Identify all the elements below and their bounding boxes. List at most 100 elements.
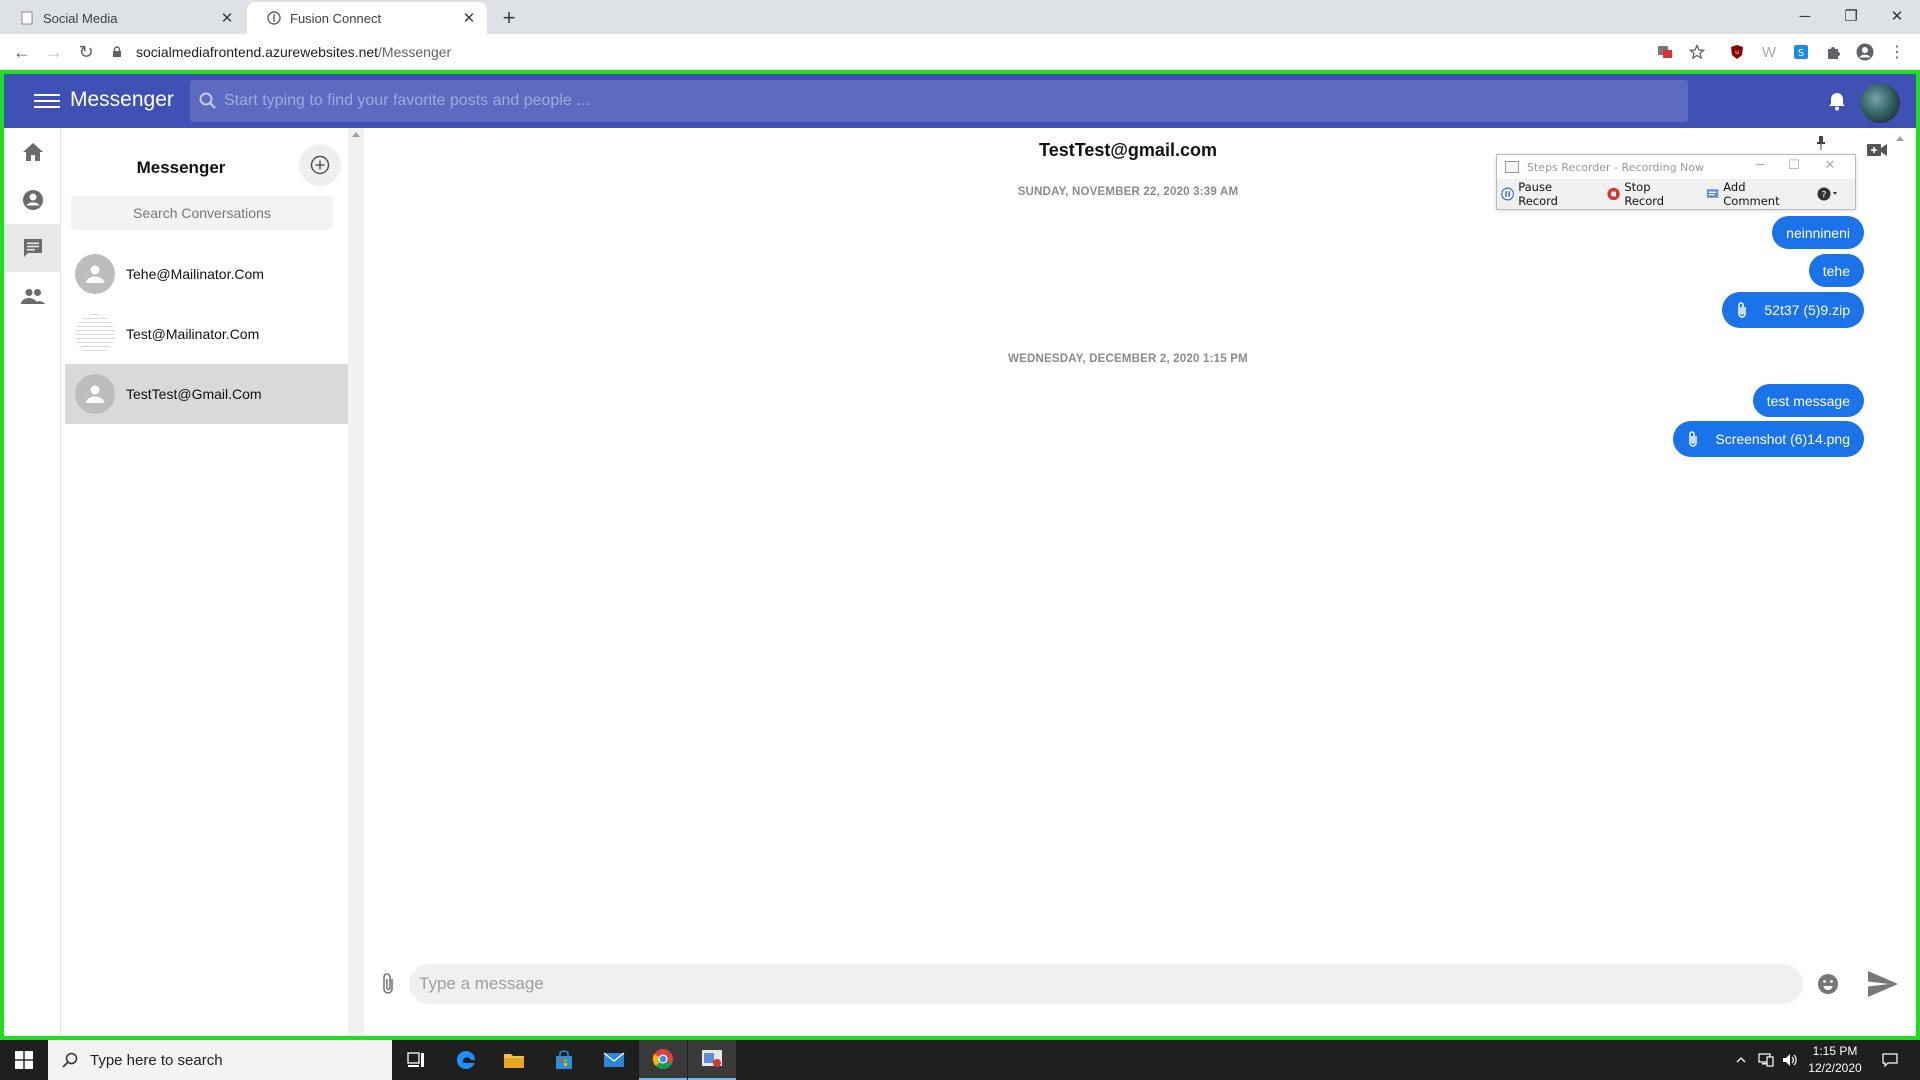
extensions-puzzle-icon[interactable]: [1824, 43, 1842, 61]
steps-recorder-titlebar[interactable]: Steps Recorder - Recording Now ─ ☐ ✕: [1497, 155, 1855, 179]
help-icon: ?: [1817, 187, 1837, 201]
close-tab-icon[interactable]: ✕: [461, 9, 477, 27]
conversations-scrollbar[interactable]: [348, 128, 364, 1036]
message-text: neinnineni: [1786, 224, 1850, 241]
message-input[interactable]: [409, 964, 1803, 1004]
rail-item-messenger[interactable]: [4, 224, 61, 272]
browser-menu-icon[interactable]: ⋮: [1888, 43, 1906, 61]
conversation-name: TestTest@Gmail.Com: [126, 386, 262, 402]
stop-record-button[interactable]: Stop Record: [1607, 180, 1690, 208]
scroll-up-arrow-icon[interactable]: [352, 132, 360, 137]
network-icon[interactable]: [1756, 1040, 1776, 1080]
maximize-icon[interactable]: ☐: [1779, 158, 1809, 173]
nav-rail: [4, 128, 61, 1036]
message-bubble[interactable]: neinnineni: [1772, 216, 1864, 249]
conversation-item[interactable]: TestTest@Gmail.Com: [65, 364, 348, 424]
minimize-icon[interactable]: ─: [1745, 158, 1775, 173]
taskbar-app-chrome[interactable]: [639, 1040, 687, 1080]
notification-bell-icon[interactable]: [1826, 90, 1848, 112]
taskbar-clock[interactable]: 1:15 PM 12/2/2020: [1790, 1043, 1880, 1077]
url-path: /Messenger: [378, 44, 452, 60]
close-window-icon[interactable]: ✕: [1874, 0, 1920, 32]
rail-item-people[interactable]: [4, 272, 61, 320]
chat-scrollbar[interactable]: [1896, 128, 1904, 1036]
steps-recorder-icon: [702, 1050, 722, 1067]
w-extension-icon[interactable]: W: [1760, 43, 1778, 61]
message-text: tehe: [1822, 262, 1850, 279]
mail-icon: [603, 1052, 625, 1067]
taskbar-app-mail[interactable]: [590, 1040, 638, 1080]
store-bag-icon: [556, 1050, 572, 1069]
tab-title: Social Media: [43, 10, 118, 26]
person-avatar-icon: [75, 254, 115, 294]
emoji-icon[interactable]: [1817, 973, 1839, 995]
start-button[interactable]: [0, 1040, 48, 1080]
address-bar[interactable]: socialmediafrontend.azurewebsites.net/Me…: [112, 39, 1652, 65]
task-view-icon: [407, 1052, 424, 1067]
global-search-placeholder: Start typing to find your favorite posts…: [224, 92, 590, 109]
add-circle-icon: [310, 155, 330, 175]
clock-time: 1:15 PM: [1812, 1044, 1858, 1058]
global-search-input[interactable]: Start typing to find your favorite posts…: [190, 80, 1688, 122]
new-conversation-button[interactable]: [299, 144, 341, 186]
app-frame: Messenger Start typing to find your favo…: [0, 70, 1920, 1040]
close-tab-icon[interactable]: ✕: [219, 9, 235, 27]
send-icon[interactable]: [1867, 970, 1899, 998]
tab-fusion-connect[interactable]: Fusion Connect ✕: [247, 2, 487, 34]
stop-icon: [1607, 187, 1620, 201]
new-tab-button[interactable]: +: [498, 5, 520, 31]
taskbar-app-file-explorer[interactable]: [490, 1040, 538, 1080]
user-avatar[interactable]: [1860, 83, 1900, 123]
message-text: 52t37 (5)9.zip: [1764, 302, 1850, 318]
s-extension-icon[interactable]: S: [1792, 43, 1810, 61]
restore-window-icon[interactable]: ❐: [1828, 0, 1874, 32]
steps-recorder-actions: Pause Record Stop Record Add Comment ?: [1497, 179, 1855, 209]
pause-icon: [1501, 187, 1515, 201]
attachment-message-bubble[interactable]: 52t37 (5)9.zip: [1722, 292, 1864, 328]
close-icon[interactable]: ✕: [1815, 158, 1845, 173]
scroll-up-arrow-icon[interactable]: [1896, 136, 1904, 141]
hamburger-menu-icon[interactable]: [34, 88, 60, 114]
message-bubble[interactable]: tehe: [1808, 254, 1864, 287]
bookmark-star-icon[interactable]: [1688, 43, 1706, 61]
show-hidden-icons-chevron-icon[interactable]: [1732, 1040, 1750, 1080]
taskbar-search-box[interactable]: Type here to search: [48, 1040, 392, 1080]
chat-icon: [23, 239, 42, 257]
attach-file-icon[interactable]: [378, 972, 398, 996]
taskbar-app-store[interactable]: [540, 1040, 588, 1080]
add-comment-button[interactable]: Add Comment: [1706, 180, 1801, 208]
rail-item-profile[interactable]: [4, 176, 61, 224]
attachment-message-bubble[interactable]: Screenshot (6)14.png: [1673, 421, 1864, 457]
ublock-extension-icon[interactable]: u: [1728, 43, 1746, 61]
conversation-item[interactable]: Test@Mailinator.Com: [65, 304, 348, 364]
account-circle-icon: [22, 190, 43, 210]
windows-taskbar: Type here to search 1:15 PM 12/2/2020: [0, 1040, 1920, 1080]
pin-icon[interactable]: [1816, 136, 1826, 150]
action-center-icon[interactable]: [1876, 1040, 1904, 1080]
back-icon[interactable]: ←: [10, 40, 34, 64]
translate-icon[interactable]: [1656, 43, 1674, 61]
pause-record-label: Pause Record: [1518, 180, 1558, 208]
video-call-icon[interactable]: [1866, 142, 1888, 158]
help-dropdown-button[interactable]: ?: [1817, 187, 1839, 201]
message-bubble[interactable]: test message: [1752, 384, 1864, 417]
pause-record-button[interactable]: Pause Record: [1501, 180, 1591, 208]
url-text: socialmediafrontend.azurewebsites.net/Me…: [136, 44, 451, 60]
taskbar-app-edge[interactable]: [442, 1040, 490, 1080]
rail-item-home[interactable]: [4, 128, 61, 176]
search-conversations-input[interactable]: Search Conversations: [71, 196, 333, 230]
forward-icon[interactable]: →: [42, 40, 66, 64]
reload-icon[interactable]: ↻: [74, 40, 98, 64]
attachment-clip-icon: [1736, 301, 1752, 319]
globe-icon: [267, 11, 281, 25]
message-text: test message: [1766, 392, 1850, 409]
profile-icon[interactable]: [1856, 43, 1874, 61]
conversation-item[interactable]: Tehe@Mailinator.Com: [65, 244, 348, 304]
minimize-window-icon[interactable]: ─: [1782, 0, 1828, 32]
tab-social-media[interactable]: Social Media ✕: [0, 2, 245, 34]
tab-title: Fusion Connect: [290, 10, 382, 26]
svg-text:u: u: [1735, 49, 1739, 56]
taskbar-search-placeholder: Type here to search: [90, 1051, 223, 1069]
taskbar-app-steps-recorder[interactable]: [688, 1040, 736, 1080]
task-view-button[interactable]: [392, 1040, 440, 1080]
